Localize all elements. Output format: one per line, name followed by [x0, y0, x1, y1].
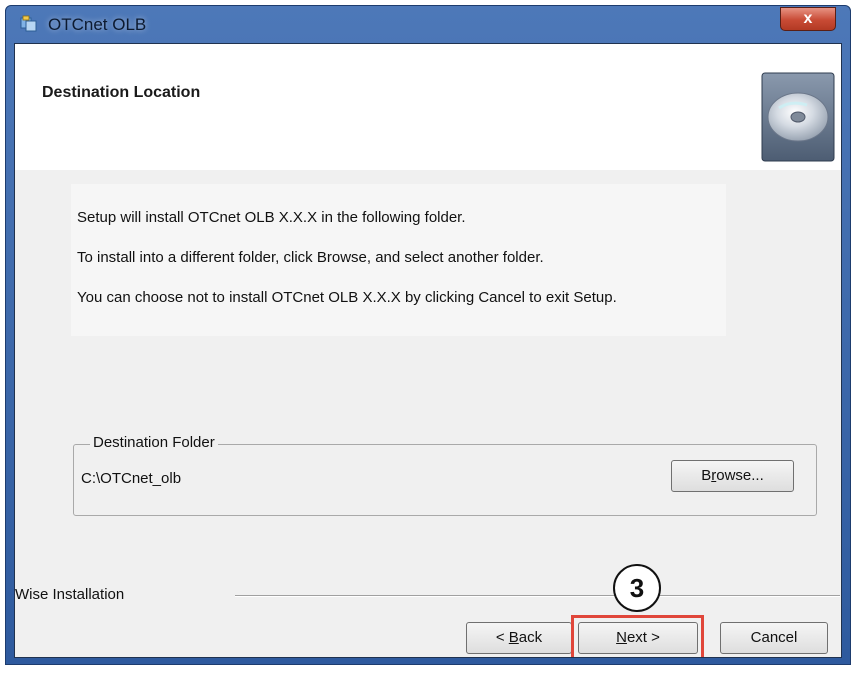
close-button[interactable]: x	[780, 7, 836, 31]
installer-window: OTCnet OLB x Destination Location Setup …	[5, 5, 851, 665]
step-number-badge: 3	[613, 564, 661, 612]
destination-path: C:\OTCnet_olb	[81, 470, 182, 487]
back-button[interactable]: < Back	[466, 622, 572, 654]
instruction-line-3: You can choose not to install OTCnet OLB…	[77, 289, 617, 306]
dialog-client-area: Destination Location Setup will install …	[14, 43, 842, 658]
title-bar[interactable]: OTCnet OLB x	[6, 6, 850, 42]
browse-button[interactable]: Browse...	[671, 460, 794, 492]
window-title: OTCnet OLB	[48, 15, 147, 34]
instruction-line-2: To install into a different folder, clic…	[77, 249, 544, 266]
next-button-highlight	[571, 615, 704, 657]
close-icon: x	[803, 10, 813, 27]
footer-divider	[235, 595, 840, 597]
destination-folder-label: Destination Folder	[90, 434, 218, 451]
cd-disc-icon	[761, 72, 835, 162]
page-title: Destination Location	[42, 84, 201, 101]
instruction-line-1: Setup will install OTCnet OLB X.X.X in t…	[77, 209, 466, 226]
destination-folder-group: Destination Folder C:\OTCnet_olb Browse.…	[73, 434, 817, 516]
header-banner: Destination Location	[15, 44, 841, 170]
instructions-panel: Setup will install OTCnet OLB X.X.X in t…	[71, 184, 726, 336]
app-icon	[20, 15, 37, 32]
cancel-button[interactable]: Cancel	[720, 622, 828, 654]
wise-installation-label: Wise Installation	[15, 586, 125, 603]
